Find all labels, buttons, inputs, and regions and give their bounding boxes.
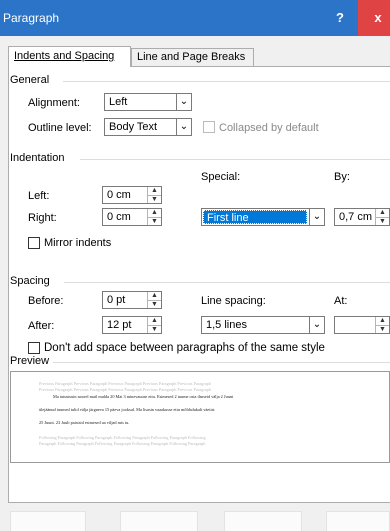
by-value: 0,7 cm [339, 211, 373, 223]
preview-section-label: Preview [10, 355, 50, 367]
before-stepper[interactable]: 0 pt ▲ ▼ [102, 291, 162, 309]
outline-level-select[interactable]: Body Text ⌄ [104, 118, 192, 136]
alignment-label: Alignment: [28, 97, 80, 109]
before-label: Before: [28, 295, 64, 307]
alignment-value: Left [109, 96, 128, 108]
tab-indents-and-spacing[interactable]: Indents and Spacing [8, 46, 131, 67]
tab-line-and-page-breaks-label: Line and Page Breaks [137, 51, 246, 63]
after-stepper[interactable]: 12 pt ▲ ▼ [102, 316, 162, 334]
general-divider [63, 81, 390, 82]
stepper-buttons[interactable]: ▲ ▼ [147, 209, 161, 225]
after-label: After: [28, 320, 55, 332]
chevron-down-icon[interactable]: ▼ [148, 195, 161, 203]
title-bar: Paragraph ? x [0, 0, 390, 36]
help-button[interactable]: ? [332, 10, 348, 25]
chevron-down-icon[interactable]: ⌄ [309, 317, 324, 333]
at-stepper[interactable]: ▲ ▼ [334, 316, 390, 334]
preview-box: Previous Paragraph Previous Paragraph Pr… [10, 371, 390, 463]
chevron-down-icon[interactable]: ▼ [148, 300, 161, 308]
preview-previous-line: Previous Paragraph Previous Paragraph Pr… [39, 387, 211, 392]
preview-text-line: 25 Juuni. 23 Juuli paistsid esimesed ua … [39, 420, 130, 425]
mirror-indents-label: Mirror indents [44, 237, 112, 249]
at-label: At: [334, 295, 348, 307]
stepper-buttons[interactable]: ▲ ▼ [147, 292, 161, 308]
cancel-button[interactable] [326, 511, 390, 531]
chevron-down-icon[interactable]: ⌄ [176, 119, 191, 135]
chevron-up-icon[interactable]: ▲ [376, 317, 389, 325]
right-indent-stepper[interactable]: 0 cm ▲ ▼ [102, 208, 162, 226]
outline-level-label: Outline level: [28, 122, 92, 134]
indentation-section-label: Indentation [10, 152, 65, 164]
special-label: Special: [201, 171, 241, 183]
dont-add-space-checkbox[interactable] [28, 342, 40, 354]
chevron-down-icon[interactable]: ⌄ [309, 209, 324, 225]
collapsed-checkbox[interactable] [203, 121, 215, 133]
chevron-down-icon[interactable]: ▼ [376, 217, 389, 225]
outline-level-value: Body Text [109, 121, 158, 133]
chevron-down-icon[interactable]: ⌄ [176, 94, 191, 110]
spacing-section-label: Spacing [10, 275, 50, 287]
right-indent-label: Right: [28, 212, 57, 224]
mirror-indents-checkbox[interactable] [28, 237, 40, 249]
tabs-button[interactable] [10, 511, 86, 531]
alignment-select[interactable]: Left ⌄ [104, 93, 192, 111]
left-indent-label: Left: [28, 190, 50, 202]
chevron-up-icon[interactable]: ▲ [148, 209, 161, 217]
chevron-up-icon[interactable]: ▲ [376, 209, 389, 217]
collapsed-label: Collapsed by default [219, 122, 319, 134]
left-indent-stepper[interactable]: 0 cm ▲ ▼ [102, 186, 162, 204]
dialog-title: Paragraph [3, 11, 60, 25]
right-indent-value: 0 cm [107, 211, 131, 223]
preview-text-line: Ma tutustusin noorel mail mulda 20 Mai 3… [53, 394, 234, 399]
by-label: By: [334, 171, 350, 183]
general-section-label: General [10, 74, 50, 86]
set-as-default-button[interactable] [120, 511, 198, 531]
tab-indents-and-spacing-label: Indents and Spacing [14, 50, 115, 62]
left-indent-value: 0 cm [107, 189, 131, 201]
chevron-down-icon[interactable]: ▼ [148, 217, 161, 225]
chevron-down-icon[interactable]: ▼ [376, 325, 389, 333]
special-indent-value: First line [203, 210, 307, 224]
stepper-buttons[interactable]: ▲ ▼ [375, 317, 389, 333]
chevron-up-icon[interactable]: ▲ [148, 317, 161, 325]
preview-text-line: ülejäänud tuumed tulid välja järgneva 15… [39, 407, 215, 412]
spacing-divider [64, 282, 390, 283]
line-spacing-value: 1,5 lines [206, 319, 247, 331]
stepper-buttons[interactable]: ▲ ▼ [147, 317, 161, 333]
preview-divider [53, 362, 390, 363]
chevron-up-icon[interactable]: ▲ [148, 187, 161, 195]
line-spacing-label: Line spacing: [201, 295, 266, 307]
close-button[interactable]: x [358, 0, 390, 36]
line-spacing-select[interactable]: 1,5 lines ⌄ [201, 316, 325, 334]
by-stepper[interactable]: 0,7 cm ▲ ▼ [334, 208, 390, 226]
stepper-buttons[interactable]: ▲ ▼ [375, 209, 389, 225]
stepper-buttons[interactable]: ▲ ▼ [147, 187, 161, 203]
tab-line-and-page-breaks[interactable]: Line and Page Breaks [131, 48, 254, 66]
ok-button[interactable] [224, 511, 302, 531]
chevron-down-icon[interactable]: ▼ [148, 325, 161, 333]
dont-add-space-label: Don't add space between paragraphs of th… [44, 342, 325, 354]
special-indent-select[interactable]: First line ⌄ [201, 208, 325, 226]
preview-following-line: Paragraph Following Paragraph Following … [39, 441, 206, 446]
after-value: 12 pt [107, 319, 132, 331]
chevron-up-icon[interactable]: ▲ [148, 292, 161, 300]
before-value: 0 pt [107, 294, 126, 306]
indentation-divider [80, 159, 390, 160]
